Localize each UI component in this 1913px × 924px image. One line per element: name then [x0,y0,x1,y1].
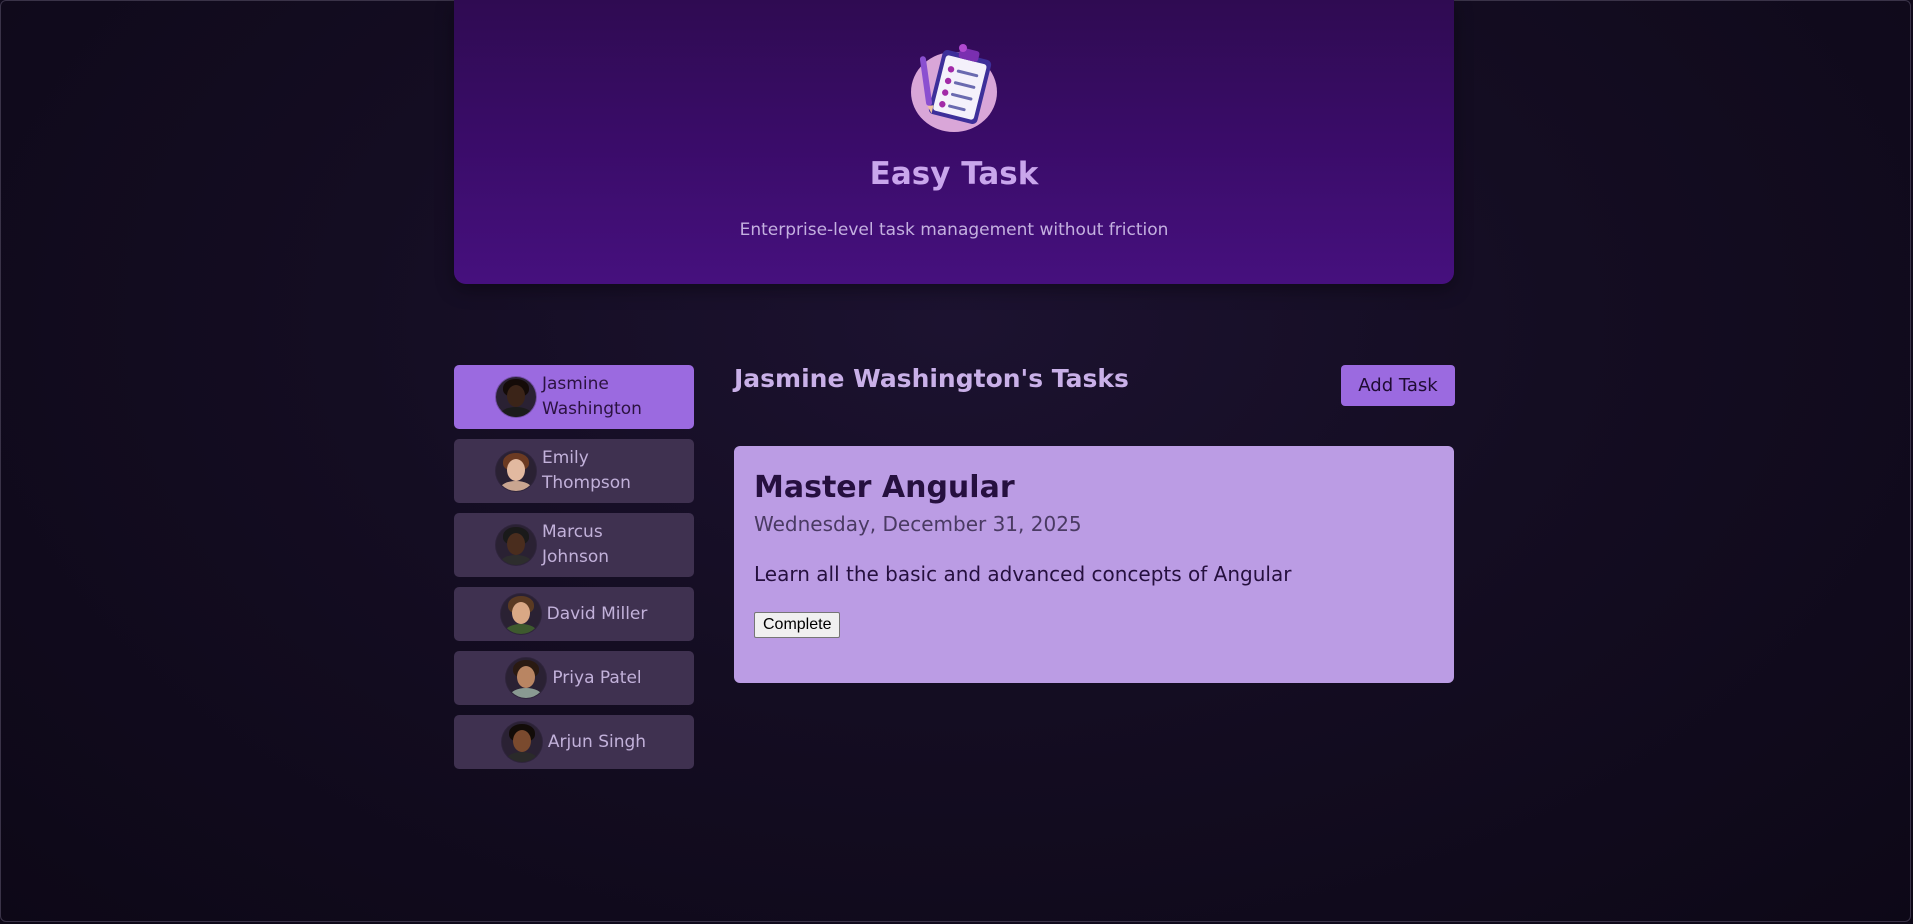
avatar-face [512,730,531,752]
avatar-shoulders [504,624,537,634]
user-name: Marcus Johnson [542,522,609,567]
app-subtitle: Enterprise-level task management without… [739,220,1169,240]
avatar [500,594,541,634]
avatar-face [511,602,530,624]
avatar [501,722,542,762]
task-due-date: Wednesday, December 31, 2025 [754,512,1082,536]
users-list: Jasmine Washington Emily Thompson Marcus… [454,365,694,779]
app-title: Easy Task [869,156,1039,192]
user-name: David Miller [546,603,648,624]
complete-button[interactable]: Complete [754,612,841,638]
user-item-priya-patel[interactable]: Priya Patel [454,651,694,705]
user-item-emily-thompson[interactable]: Emily Thompson [454,439,694,503]
task-title: Master Angular [754,470,1015,505]
user-item-marcus-johnson[interactable]: Marcus Johnson [454,513,694,577]
app-header: Easy Task Enterprise-level task manageme… [454,0,1454,284]
user-name: Jasmine Washington [542,374,642,419]
avatar [496,377,536,417]
avatar-face [507,533,525,555]
avatar [496,525,536,565]
avatar-shoulders [500,407,532,417]
user-item-arjun-singh[interactable]: Arjun Singh [454,715,694,769]
avatar-shoulders [500,481,532,491]
user-name: Priya Patel [552,667,642,688]
avatar-shoulders [505,752,538,762]
avatar-shoulders [510,688,543,698]
tasks-heading: Jasmine Washington's Tasks [734,364,1129,393]
avatar [496,451,536,491]
user-name: Arjun Singh [547,731,647,752]
avatar-shoulders [500,555,532,565]
avatar-face [507,459,525,481]
user-item-david-miller[interactable]: David Miller [454,587,694,641]
add-task-button[interactable]: Add Task [1341,365,1455,406]
avatar [506,658,547,698]
avatar-face [507,385,525,407]
clipboard-checklist-icon [911,44,997,132]
task-description: Learn all the basic and advanced concept… [754,562,1292,586]
user-item-jasmine-washington[interactable]: Jasmine Washington [454,365,694,429]
user-name: Emily Thompson [542,448,631,493]
task-card: Master Angular Wednesday, December 31, 2… [734,446,1454,683]
avatar-face [517,666,536,688]
